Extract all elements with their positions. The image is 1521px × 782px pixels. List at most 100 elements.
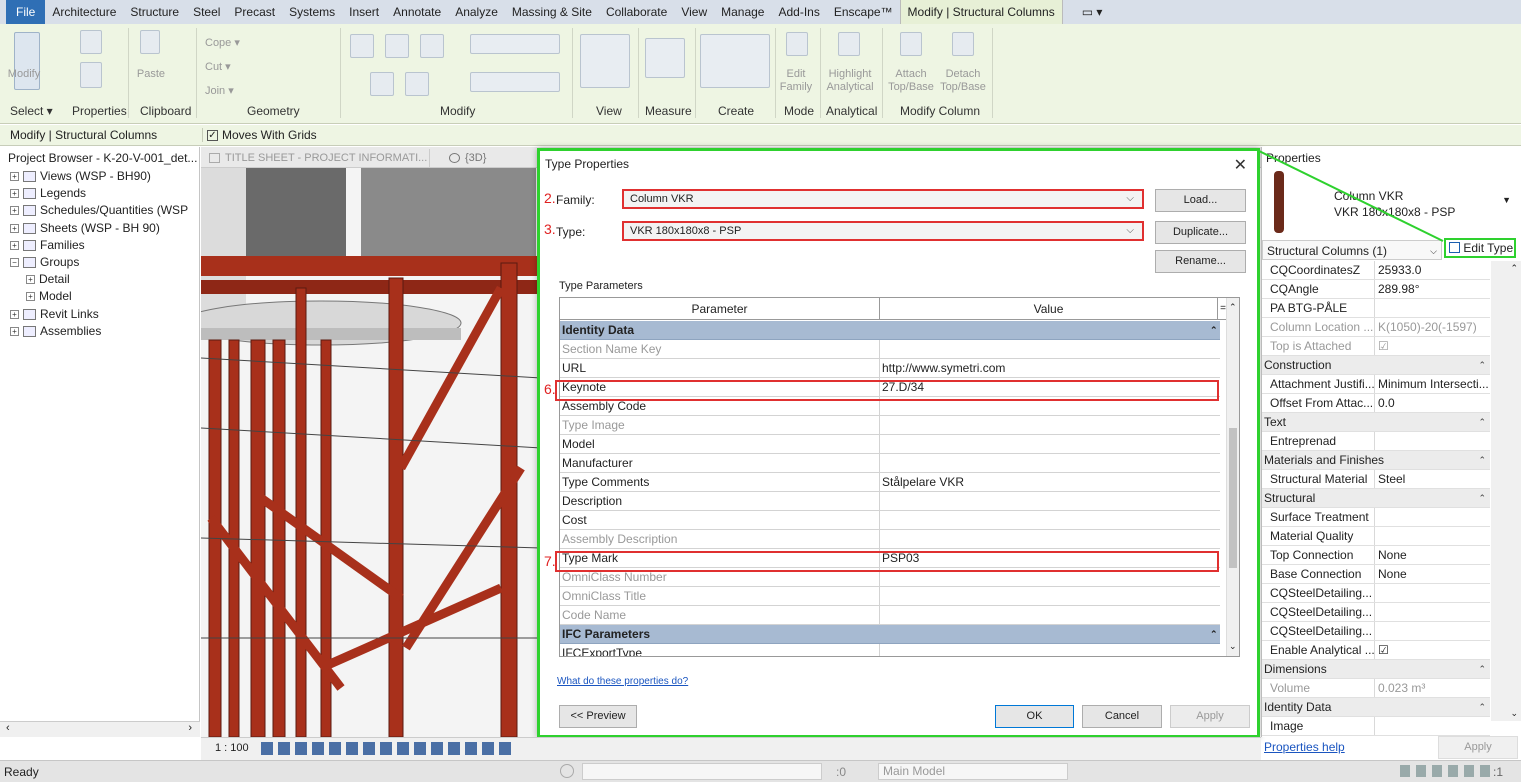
parameter-value[interactable]: [880, 340, 1218, 358]
property-category-row[interactable]: Dimensions ⌃: [1262, 660, 1490, 679]
workset-dropdown[interactable]: [582, 763, 822, 780]
project-browser-scrollbar[interactable]: ‹ ›: [0, 721, 200, 737]
parameter-value[interactable]: [880, 435, 1218, 453]
menu-annotate[interactable]: Annotate: [386, 0, 448, 24]
property-value[interactable]: [1374, 527, 1490, 545]
browser-item-groups[interactable]: − Groups: [10, 254, 79, 271]
ok-button[interactable]: OK: [995, 705, 1074, 728]
view-control-icons[interactable]: [261, 742, 511, 755]
expand-icon[interactable]: +: [10, 326, 19, 336]
expand-icon[interactable]: +: [10, 206, 19, 216]
type-selector-chevron-icon[interactable]: ▼: [1502, 195, 1511, 205]
parameter-value[interactable]: [880, 606, 1218, 624]
parameter-row[interactable]: Assembly Description: [560, 530, 1220, 549]
parameter-value[interactable]: [880, 416, 1218, 434]
collapse-category-icon[interactable]: ⌃: [1478, 356, 1486, 374]
property-row[interactable]: Attachment Justifi... Minimum Intersecti.…: [1262, 375, 1490, 394]
type-selector-icon[interactable]: [80, 62, 102, 88]
menu-structure[interactable]: Structure: [123, 0, 186, 24]
property-value[interactable]: [1374, 508, 1490, 526]
selection-filter-icons[interactable]: [1400, 765, 1490, 777]
property-value[interactable]: [1374, 432, 1490, 450]
menu-insert[interactable]: Insert: [342, 0, 386, 24]
parameter-value[interactable]: [880, 511, 1218, 529]
parameter-column-header[interactable]: Parameter: [560, 298, 880, 320]
load-button[interactable]: Load...: [1155, 189, 1246, 212]
collapse-category-icon[interactable]: ⌃: [1478, 413, 1486, 431]
property-row[interactable]: CQSteelDetailing...: [1262, 603, 1490, 622]
expand-icon[interactable]: +: [10, 240, 19, 250]
help-link[interactable]: What do these properties do?: [557, 676, 688, 687]
preview-button[interactable]: << Preview: [559, 705, 637, 728]
parameter-row[interactable]: OmniClass Title: [560, 587, 1220, 606]
collapse-category-icon[interactable]: ⌃: [1478, 660, 1486, 678]
menu-file[interactable]: File: [6, 0, 46, 24]
parameter-value[interactable]: http://www.symetri.com: [880, 359, 1218, 377]
parameter-row[interactable]: IFCExportType: [560, 644, 1220, 656]
view-scale[interactable]: 1 : 100: [215, 742, 249, 754]
property-value[interactable]: K(1050)-20(-1597): [1374, 318, 1490, 336]
menu-view[interactable]: View: [674, 0, 714, 24]
expand-icon[interactable]: +: [10, 223, 19, 233]
property-value[interactable]: [1374, 603, 1490, 621]
property-row[interactable]: CQCoordinatesZ 25933.0: [1262, 261, 1490, 280]
menu-precast[interactable]: Precast: [227, 0, 282, 24]
parameter-row[interactable]: Manufacturer: [560, 454, 1220, 473]
menu-manage[interactable]: Manage: [714, 0, 771, 24]
property-category-row[interactable]: Text ⌃: [1262, 413, 1490, 432]
view-tools-icon[interactable]: [580, 34, 630, 88]
menu-steel[interactable]: Steel: [186, 0, 227, 24]
collapse-group-icon[interactable]: ⌃: [1210, 321, 1218, 339]
menu-massing-site[interactable]: Massing & Site: [505, 0, 599, 24]
scroll-down-icon[interactable]: ⌄: [1229, 641, 1237, 652]
cancel-button[interactable]: Cancel: [1082, 705, 1162, 728]
detach-label[interactable]: Detach Top/Base: [938, 68, 988, 94]
value-column-header[interactable]: Value: [880, 298, 1218, 320]
property-row[interactable]: Enable Analytical ... ☑: [1262, 641, 1490, 660]
join-tool[interactable]: Join ▾: [205, 85, 265, 98]
scroll-up-icon[interactable]: ⌃: [1229, 302, 1237, 313]
property-value[interactable]: [1374, 717, 1490, 735]
property-category-row[interactable]: Materials and Finishes ⌃: [1262, 451, 1490, 470]
scroll-down-icon[interactable]: ⌄: [1510, 708, 1518, 719]
parameter-value[interactable]: [880, 644, 1218, 656]
property-category-row[interactable]: Structural ⌃: [1262, 489, 1490, 508]
parameter-value[interactable]: [880, 587, 1218, 605]
scroll-left-icon[interactable]: ‹: [6, 722, 10, 734]
menu-analyze[interactable]: Analyze: [448, 0, 505, 24]
grid-scroll-thumb[interactable]: [1229, 428, 1237, 568]
property-row[interactable]: CQAngle 289.98°: [1262, 280, 1490, 299]
property-value[interactable]: [1374, 299, 1490, 317]
property-row[interactable]: Material Quality: [1262, 527, 1490, 546]
parameter-value[interactable]: [880, 454, 1218, 472]
property-row[interactable]: Top is Attached ☑: [1262, 337, 1490, 356]
browser-item-families[interactable]: + Families: [10, 237, 85, 254]
properties-apply-button[interactable]: Apply: [1438, 736, 1518, 759]
property-row[interactable]: Offset From Attac... 0.0: [1262, 394, 1490, 413]
highlight-analytical-label[interactable]: Highlight Analytical: [822, 68, 878, 94]
parameter-value[interactable]: [880, 530, 1218, 548]
property-row[interactable]: Surface Treatment: [1262, 508, 1490, 527]
select-panel[interactable]: Select ▾: [10, 104, 53, 118]
edit-family-icon[interactable]: [786, 32, 808, 56]
moves-with-grids-checkbox[interactable]: ✓: [207, 129, 218, 141]
parameter-row[interactable]: Description: [560, 492, 1220, 511]
properties-icon[interactable]: [80, 30, 102, 54]
menu-add-ins[interactable]: Add-Ins: [771, 0, 826, 24]
family-dropdown[interactable]: Column VKR ⌵: [622, 189, 1144, 209]
property-row[interactable]: Top Connection None: [1262, 546, 1490, 565]
tab-3d[interactable]: {3D}: [445, 149, 535, 167]
move-icon[interactable]: [370, 72, 394, 96]
property-value[interactable]: 0.023 m³: [1374, 679, 1490, 697]
property-value[interactable]: Steel: [1374, 470, 1490, 488]
parameter-group-row[interactable]: IFC Parameters ⌃: [560, 625, 1220, 644]
property-value[interactable]: None: [1374, 546, 1490, 564]
property-value[interactable]: 25933.0: [1374, 261, 1490, 279]
apply-button[interactable]: Apply: [1170, 705, 1250, 728]
type-dropdown[interactable]: VKR 180x180x8 - PSP ⌵: [622, 221, 1144, 241]
browser-item-detail[interactable]: + Detail: [26, 271, 70, 288]
collapse-category-icon[interactable]: ⌃: [1478, 698, 1486, 716]
browser-item-legends[interactable]: + Legends: [10, 185, 86, 202]
property-row[interactable]: CQSteelDetailing...: [1262, 584, 1490, 603]
scroll-right-icon[interactable]: ›: [188, 722, 192, 734]
